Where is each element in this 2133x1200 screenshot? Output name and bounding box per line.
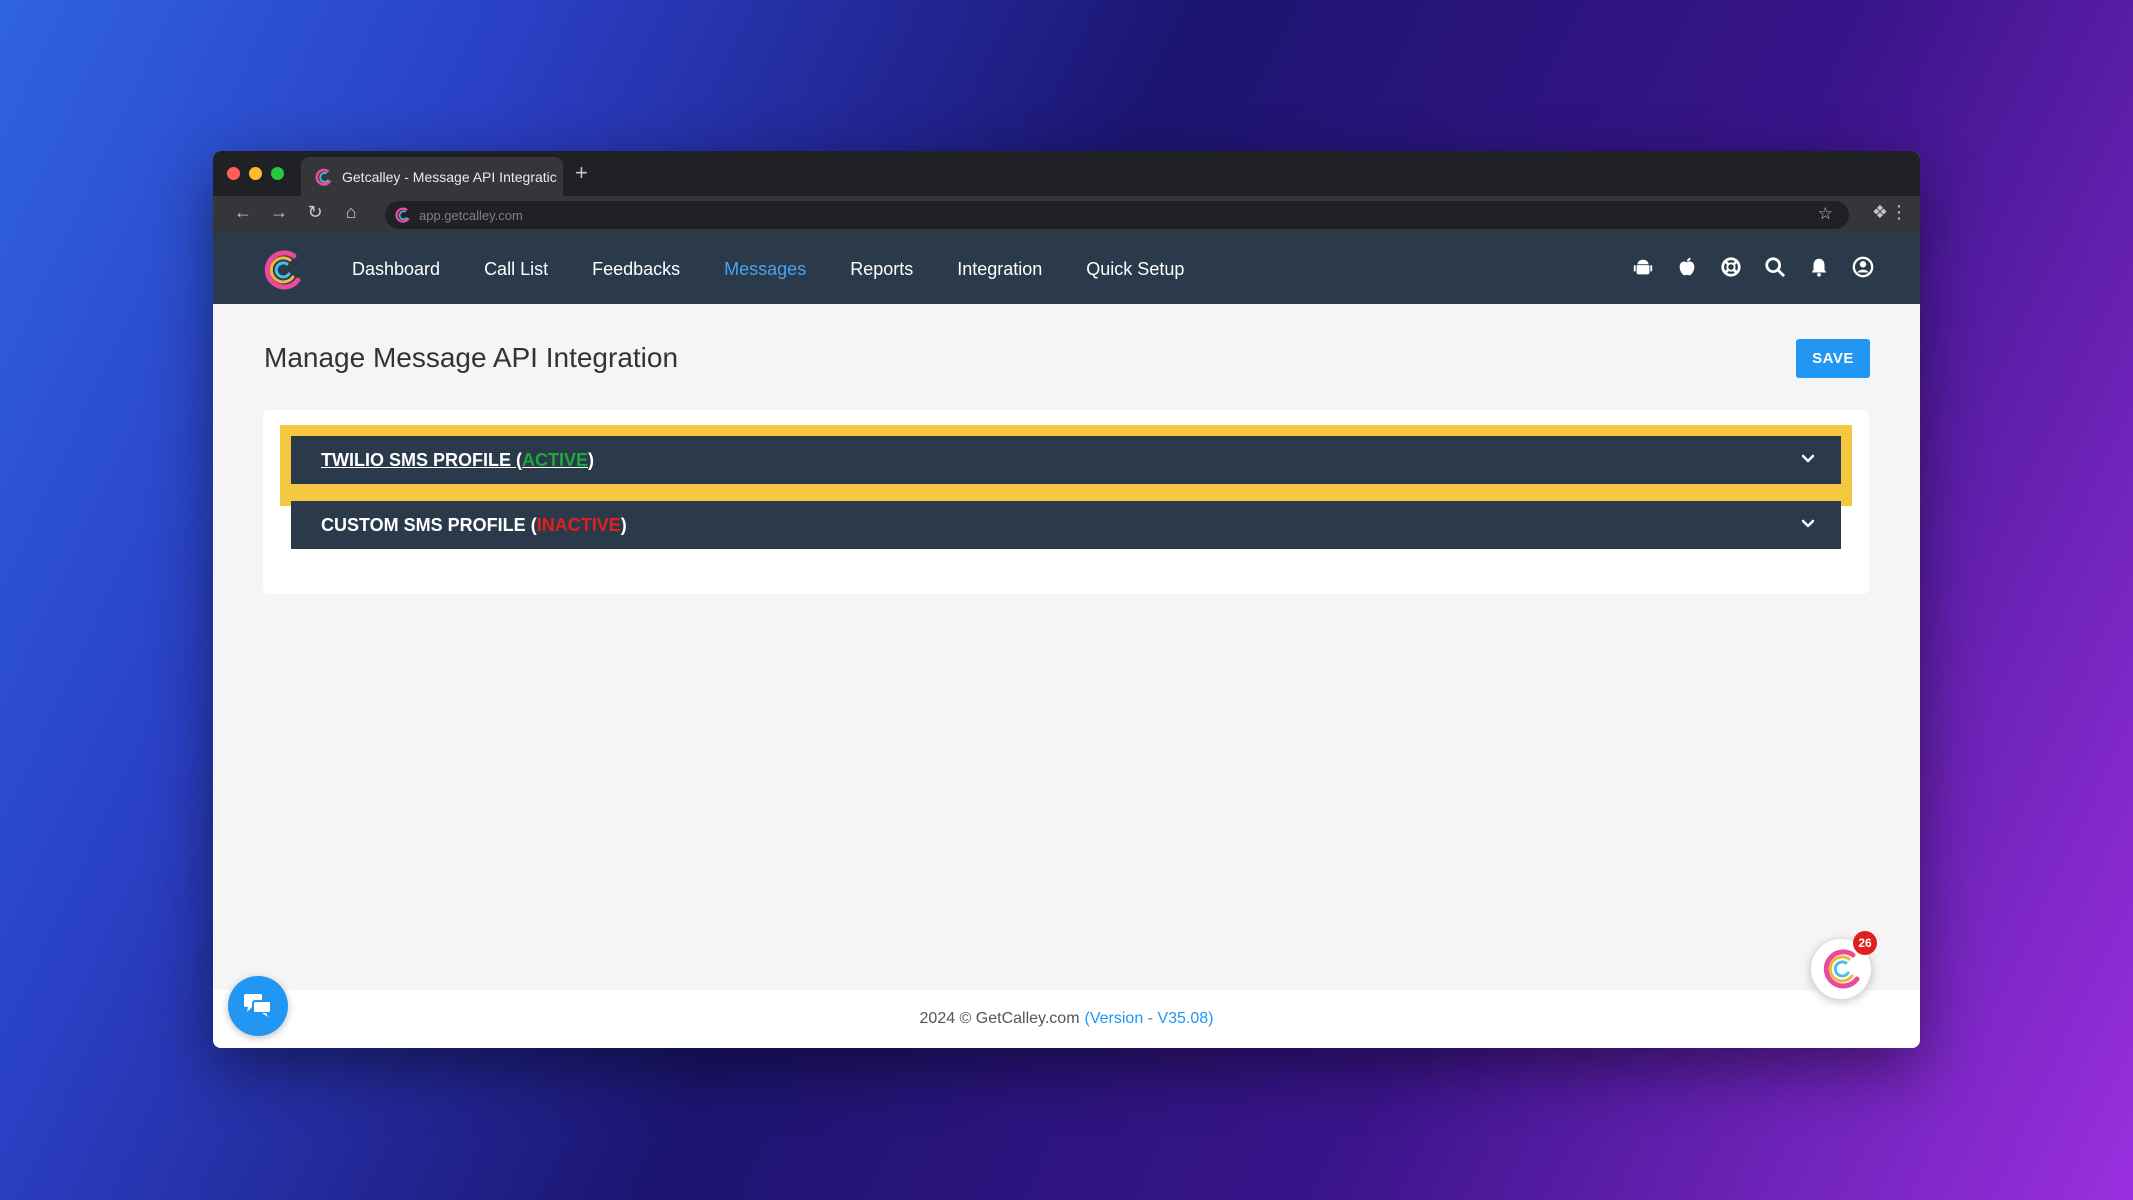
reload-icon[interactable]: ↻ [297, 202, 333, 223]
browser-window: Getcalley - Message API Integratic + ← →… [213, 151, 1920, 1048]
nav-reports[interactable]: Reports [828, 259, 935, 280]
forward-arrow-icon[interactable]: → [261, 202, 297, 223]
extensions-puzzle-icon[interactable]: ❖ [1872, 202, 1888, 223]
app-navbar: Dashboard Call List Feedbacks Messages R… [213, 234, 1920, 304]
home-icon[interactable]: ⌂ [333, 202, 369, 223]
tab-title: Getcalley - Message API Integratic [342, 168, 557, 185]
nav-call-list[interactable]: Call List [462, 259, 570, 280]
getcalley-logo-icon [1823, 949, 1860, 989]
bookmark-star-icon[interactable]: ☆ [1818, 204, 1833, 224]
android-icon[interactable] [1632, 256, 1654, 278]
search-icon[interactable] [1764, 256, 1786, 278]
back-arrow-icon[interactable]: ← [225, 202, 261, 223]
main-menu: Dashboard Call List Feedbacks Messages R… [330, 234, 1206, 304]
notification-count-badge: 26 [1853, 931, 1877, 955]
chat-support-button[interactable] [228, 976, 288, 1036]
footer-copyright: 2024 © GetCalley.com [919, 1010, 1080, 1027]
browser-tab[interactable]: Getcalley - Message API Integratic [301, 157, 563, 196]
status-badge: ACTIVE [522, 449, 589, 470]
address-bar[interactable]: app.getcalley.com ☆ [385, 201, 1849, 229]
help-lifebuoy-icon[interactable] [1720, 256, 1742, 278]
browser-tabbar: Getcalley - Message API Integratic + [213, 151, 1920, 196]
user-icon[interactable] [1852, 256, 1874, 278]
site-favicon-icon [395, 207, 410, 223]
footer: 2024 © GetCalley.com (Version - V35.08) [213, 990, 1920, 1048]
getcalley-app-launcher[interactable]: 26 [1811, 931, 1877, 999]
nav-dashboard[interactable]: Dashboard [330, 259, 462, 280]
page-title: Manage Message API Integration [264, 342, 679, 373]
minimize-window-button[interactable] [249, 167, 262, 180]
chevron-down-icon[interactable] [1799, 450, 1817, 468]
nav-quick-setup[interactable]: Quick Setup [1064, 259, 1206, 280]
getcalley-favicon-icon [315, 168, 332, 186]
nav-messages[interactable]: Messages [702, 259, 828, 280]
close-window-button[interactable] [227, 167, 240, 180]
new-tab-button[interactable]: + [575, 160, 588, 186]
window-controls [227, 167, 284, 180]
maximize-window-button[interactable] [271, 167, 284, 180]
navbar-icons [1632, 256, 1874, 278]
custom-sms-profile-accordion[interactable]: CUSTOM SMS PROFILE (INACTIVE) [291, 501, 1841, 549]
profile-label: TWILIO SMS PROFILE (ACTIVE) [321, 449, 595, 470]
bell-icon[interactable] [1808, 256, 1830, 278]
profile-label: CUSTOM SMS PROFILE (INACTIVE) [321, 514, 627, 535]
nav-feedbacks[interactable]: Feedbacks [570, 259, 702, 280]
chevron-down-icon[interactable] [1799, 515, 1817, 533]
profiles-card: TWILIO SMS PROFILE (ACTIVE) CUSTOM SMS P… [263, 410, 1869, 594]
version-link[interactable]: (Version - V35.08) [1085, 1010, 1214, 1028]
nav-integration[interactable]: Integration [935, 259, 1064, 280]
browser-menu-icon[interactable]: ⋮ [1890, 202, 1908, 223]
apple-icon[interactable] [1676, 256, 1698, 278]
url-text: app.getcalley.com [419, 207, 523, 223]
status-badge: INACTIVE [536, 514, 621, 535]
twilio-sms-profile-accordion[interactable]: TWILIO SMS PROFILE (ACTIVE) [291, 436, 1841, 484]
save-button[interactable]: SAVE [1796, 339, 1870, 378]
chat-bubbles-icon [244, 994, 272, 1017]
main-content: Manage Message API Integration SAVE TWIL… [213, 304, 1920, 972]
browser-toolbar: ← → ↻ ⌂ app.getcalley.com ☆ ❖ ⋮ [213, 196, 1920, 234]
getcalley-logo-icon[interactable] [260, 248, 304, 292]
